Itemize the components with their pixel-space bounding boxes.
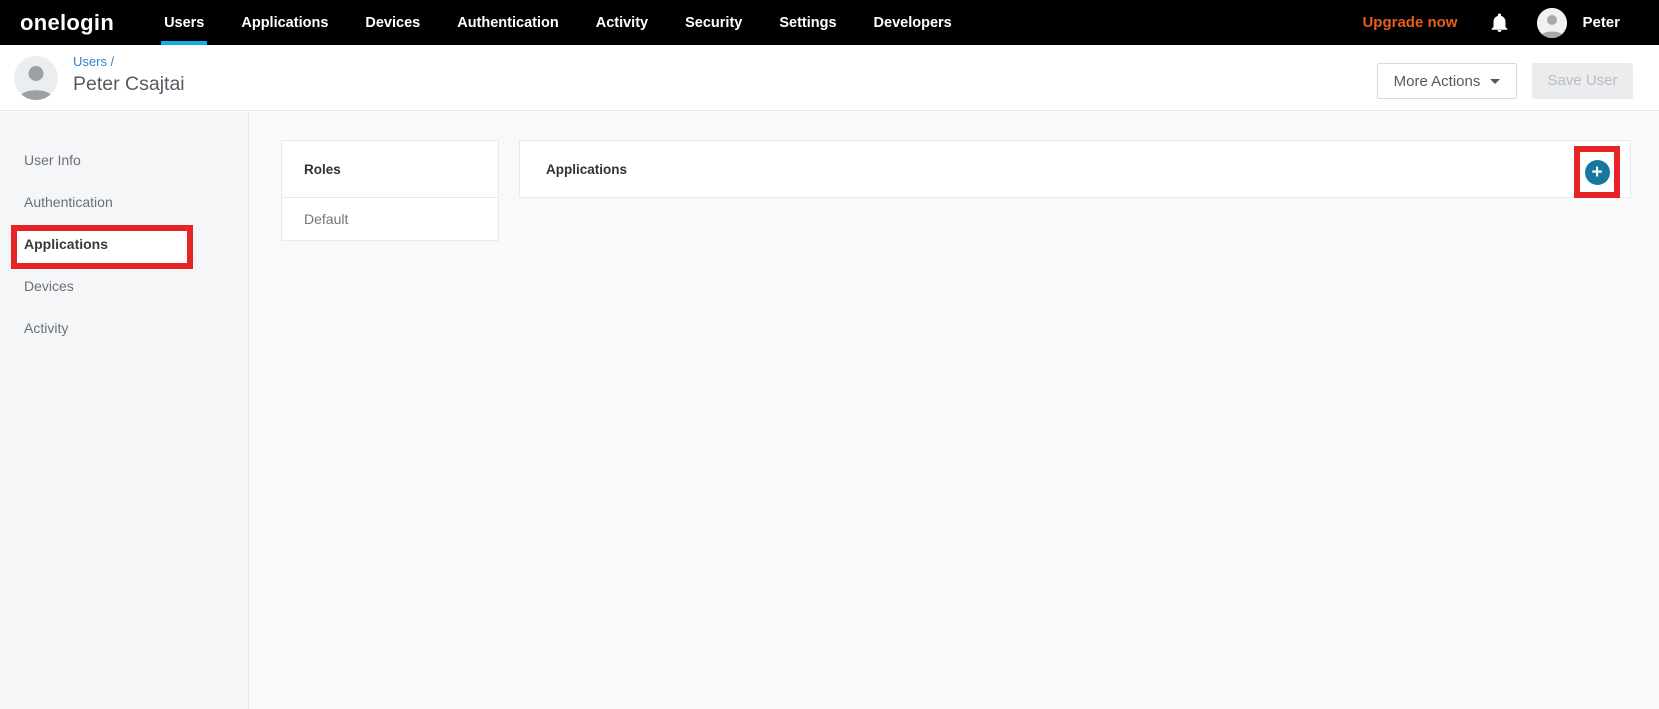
applications-panel: Applications — [519, 140, 1631, 198]
role-row-default[interactable]: Default — [282, 198, 498, 240]
sidebar-item-user-info[interactable]: User Info — [0, 139, 248, 181]
save-user-button[interactable]: Save User — [1532, 63, 1633, 99]
breadcrumb-users-link[interactable]: Users / — [73, 54, 114, 69]
more-actions-label: More Actions — [1393, 72, 1481, 90]
notification-bell-icon[interactable] — [1491, 13, 1508, 32]
nav-tab-authentication[interactable]: Authentication — [457, 0, 559, 45]
avatar-icon — [1537, 7, 1568, 38]
sidebar-item-label: Applications — [24, 236, 109, 252]
nav-user-name[interactable]: Peter — [1582, 14, 1620, 31]
sidebar-item-applications[interactable]: Applications — [0, 223, 248, 269]
roles-card: Roles Default — [281, 140, 499, 241]
sidebar-item-activity[interactable]: Activity — [0, 307, 248, 349]
nav-right-cluster: Upgrade now Peter — [1362, 0, 1659, 45]
upgrade-now-link[interactable]: Upgrade now — [1362, 14, 1457, 31]
nav-tab-developers[interactable]: Developers — [874, 0, 952, 45]
sidebar-item-label: User Info — [24, 152, 81, 168]
user-detail-sidebar: User Info Authentication Applications De… — [0, 112, 249, 709]
chevron-down-icon — [1490, 78, 1501, 84]
sidebar-item-label: Devices — [24, 278, 74, 294]
sidebar-item-label: Authentication — [24, 194, 113, 210]
applications-panel-title: Applications — [546, 161, 628, 177]
nav-tab-activity[interactable]: Activity — [596, 0, 648, 45]
sidebar-item-devices[interactable]: Devices — [0, 265, 248, 307]
annotation-highlight-box: + — [1574, 146, 1620, 198]
nav-tab-settings[interactable]: Settings — [779, 0, 836, 45]
page-title: Peter Csajtai — [73, 73, 185, 95]
sidebar-item-authentication[interactable]: Authentication — [0, 181, 248, 223]
primary-nav: Users Applications Devices Authenticatio… — [161, 0, 989, 45]
avatar-icon — [14, 56, 58, 100]
nav-tab-applications[interactable]: Applications — [241, 0, 328, 45]
roles-card-title: Roles — [282, 141, 498, 198]
nav-tab-security[interactable]: Security — [685, 0, 742, 45]
add-application-button[interactable]: + — [1584, 159, 1610, 185]
plus-icon: + — [1591, 161, 1603, 183]
more-actions-button[interactable]: More Actions — [1377, 63, 1517, 99]
sidebar-item-label: Activity — [24, 320, 69, 336]
top-navigation-bar: onelogin Users Applications Devices Auth… — [0, 0, 1659, 45]
onelogin-admin-screen: onelogin Users Applications Devices Auth… — [0, 0, 1659, 709]
user-profile-avatar — [14, 56, 58, 100]
nav-user-avatar[interactable] — [1537, 7, 1568, 38]
page-header: Users / Peter Csajtai More Actions Save … — [0, 45, 1659, 111]
nav-tab-users[interactable]: Users — [161, 0, 208, 45]
nav-tab-devices[interactable]: Devices — [365, 0, 420, 45]
onelogin-logo[interactable]: onelogin — [20, 10, 114, 36]
